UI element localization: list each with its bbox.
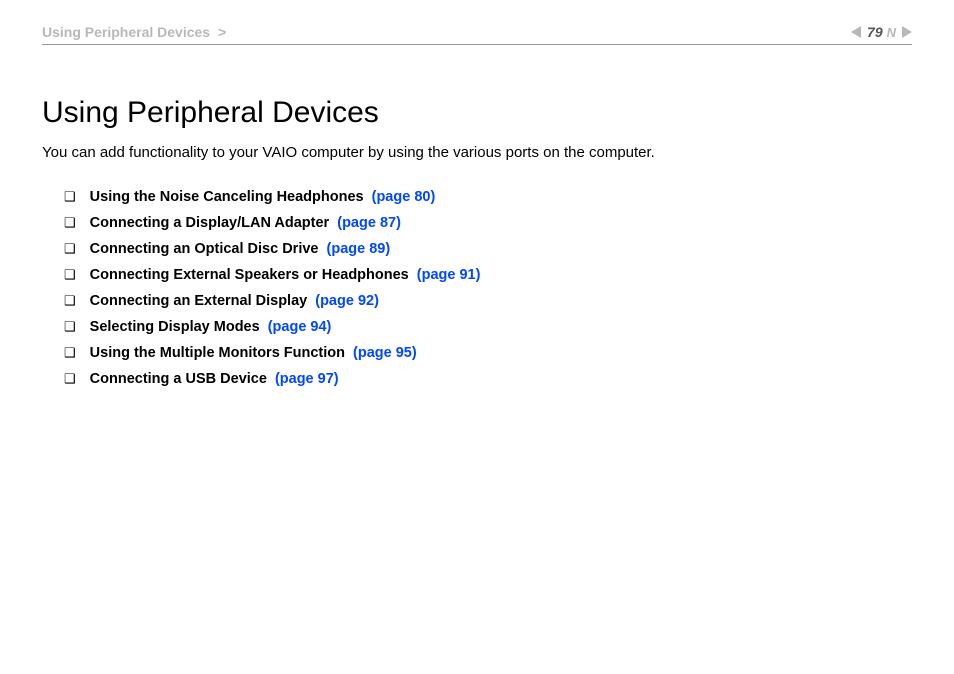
bullet-icon: ❑ (64, 190, 76, 203)
n-mark: N (887, 25, 896, 40)
bullet-icon: ❑ (64, 320, 76, 333)
toc-label: Selecting Display Modes (90, 319, 260, 335)
list-item: ❑ Connecting an External Display (page 9… (64, 293, 912, 309)
bullet-icon: ❑ (64, 372, 76, 385)
bullet-icon: ❑ (64, 216, 76, 229)
toc-page-link[interactable]: (page 92) (315, 293, 379, 309)
pager: 79 N (851, 24, 912, 40)
toc-page-link[interactable]: (page 89) (327, 241, 391, 257)
toc-label: Using the Noise Canceling Headphones (90, 189, 364, 205)
breadcrumb-chevron-icon: > (218, 24, 226, 40)
toc-page-link[interactable]: (page 97) (275, 371, 339, 387)
intro-text: You can add functionality to your VAIO c… (42, 144, 912, 161)
breadcrumb-text: Using Peripheral Devices (42, 24, 210, 40)
toc-page-link[interactable]: (page 80) (372, 189, 436, 205)
prev-page-icon[interactable] (851, 26, 861, 38)
bullet-icon: ❑ (64, 294, 76, 307)
bullet-icon: ❑ (64, 346, 76, 359)
list-item: ❑ Using the Noise Canceling Headphones (… (64, 189, 912, 205)
toc-label: Connecting a Display/LAN Adapter (90, 215, 330, 231)
toc-list: ❑ Using the Noise Canceling Headphones (… (42, 189, 912, 387)
page-header: Using Peripheral Devices > 79 N (0, 18, 954, 46)
list-item: ❑ Connecting a Display/LAN Adapter (page… (64, 215, 912, 231)
list-item: ❑ Selecting Display Modes (page 94) (64, 319, 912, 335)
list-item: ❑ Using the Multiple Monitors Function (… (64, 345, 912, 361)
toc-page-link[interactable]: (page 95) (353, 345, 417, 361)
toc-label: Using the Multiple Monitors Function (90, 345, 345, 361)
next-page-icon[interactable] (902, 26, 912, 38)
toc-page-link[interactable]: (page 91) (417, 267, 481, 283)
breadcrumb: Using Peripheral Devices > (42, 24, 226, 40)
list-item: ❑ Connecting External Speakers or Headph… (64, 267, 912, 283)
toc-page-link[interactable]: (page 87) (337, 215, 401, 231)
toc-label: Connecting an Optical Disc Drive (90, 241, 319, 257)
bullet-icon: ❑ (64, 268, 76, 281)
toc-label: Connecting External Speakers or Headphon… (90, 267, 409, 283)
page-number: 79 (867, 24, 883, 40)
header-divider (42, 44, 912, 45)
list-item: ❑ Connecting a USB Device (page 97) (64, 371, 912, 387)
toc-label: Connecting a USB Device (90, 371, 267, 387)
toc-label: Connecting an External Display (90, 293, 308, 309)
content-area: Using Peripheral Devices You can add fun… (42, 96, 912, 397)
list-item: ❑ Connecting an Optical Disc Drive (page… (64, 241, 912, 257)
bullet-icon: ❑ (64, 242, 76, 255)
toc-page-link[interactable]: (page 94) (268, 319, 332, 335)
page-title: Using Peripheral Devices (42, 96, 912, 130)
